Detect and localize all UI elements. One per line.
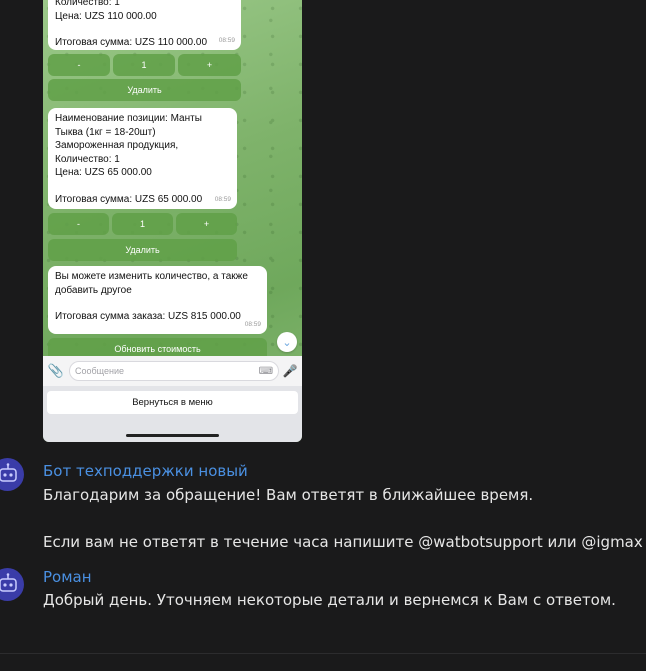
quantity-minus-button[interactable]: - — [48, 54, 110, 76]
divider — [0, 653, 646, 654]
message-time: 08:59 — [218, 36, 235, 44]
message-text: Благодарим за обращение! Вам ответят в б… — [43, 486, 534, 504]
quantity-plus-button[interactable]: + — [176, 213, 237, 235]
message-text: Добрый день. Уточняем некоторые детали и… — [43, 591, 616, 609]
message-author[interactable]: Бот техподдержки новый — [43, 462, 248, 480]
screenshot-attachment[interactable]: Количество: 1 Цена: UZS 110 000.00 Итого… — [43, 0, 302, 442]
message-author[interactable]: Роман — [43, 568, 92, 586]
user-avatar[interactable] — [0, 568, 24, 601]
delete-item-button[interactable]: Удалить — [48, 79, 241, 101]
back-to-menu-button[interactable]: Вернуться в меню — [47, 391, 298, 414]
paperclip-icon[interactable]: 📎 — [43, 364, 69, 379]
message-time: 08:59 — [244, 320, 261, 328]
home-indicator — [126, 434, 219, 437]
delete-item-button[interactable]: Удалить — [48, 239, 237, 261]
order-item-bubble: Количество: 1 Цена: UZS 110 000.00 Итого… — [48, 0, 241, 50]
message-input[interactable]: Сообщение ⌨ — [69, 361, 279, 381]
quantity-plus-button[interactable]: + — [178, 54, 241, 76]
quantity-value-button[interactable]: 1 — [113, 54, 175, 76]
reply-keyboard: Вернуться в меню — [43, 386, 302, 442]
robot-icon — [0, 462, 17, 482]
update-price-button[interactable]: Обновить стоимость — [48, 338, 267, 356]
microphone-icon[interactable]: 🎤 — [279, 364, 301, 378]
keyboard-icon[interactable]: ⌨ — [259, 366, 273, 377]
chevron-down-icon[interactable]: ⌄ — [277, 332, 297, 352]
order-item-bubble: Наименование позиции: Манты Тыква (1кг =… — [48, 108, 237, 209]
chat-page: Количество: 1 Цена: UZS 110 000.00 Итого… — [0, 0, 646, 671]
message-text: Если вам не ответят в течение часа напиш… — [43, 533, 643, 551]
order-summary-bubble: Вы можете изменить количество, а также д… — [48, 266, 267, 334]
message-time: 08:59 — [214, 195, 231, 203]
bot-avatar[interactable] — [0, 458, 24, 491]
quantity-value-button[interactable]: 1 — [112, 213, 173, 235]
robot-icon — [0, 572, 17, 592]
quantity-minus-button[interactable]: - — [48, 213, 109, 235]
message-input-bar: 📎 Сообщение ⌨ 🎤 — [43, 356, 302, 386]
